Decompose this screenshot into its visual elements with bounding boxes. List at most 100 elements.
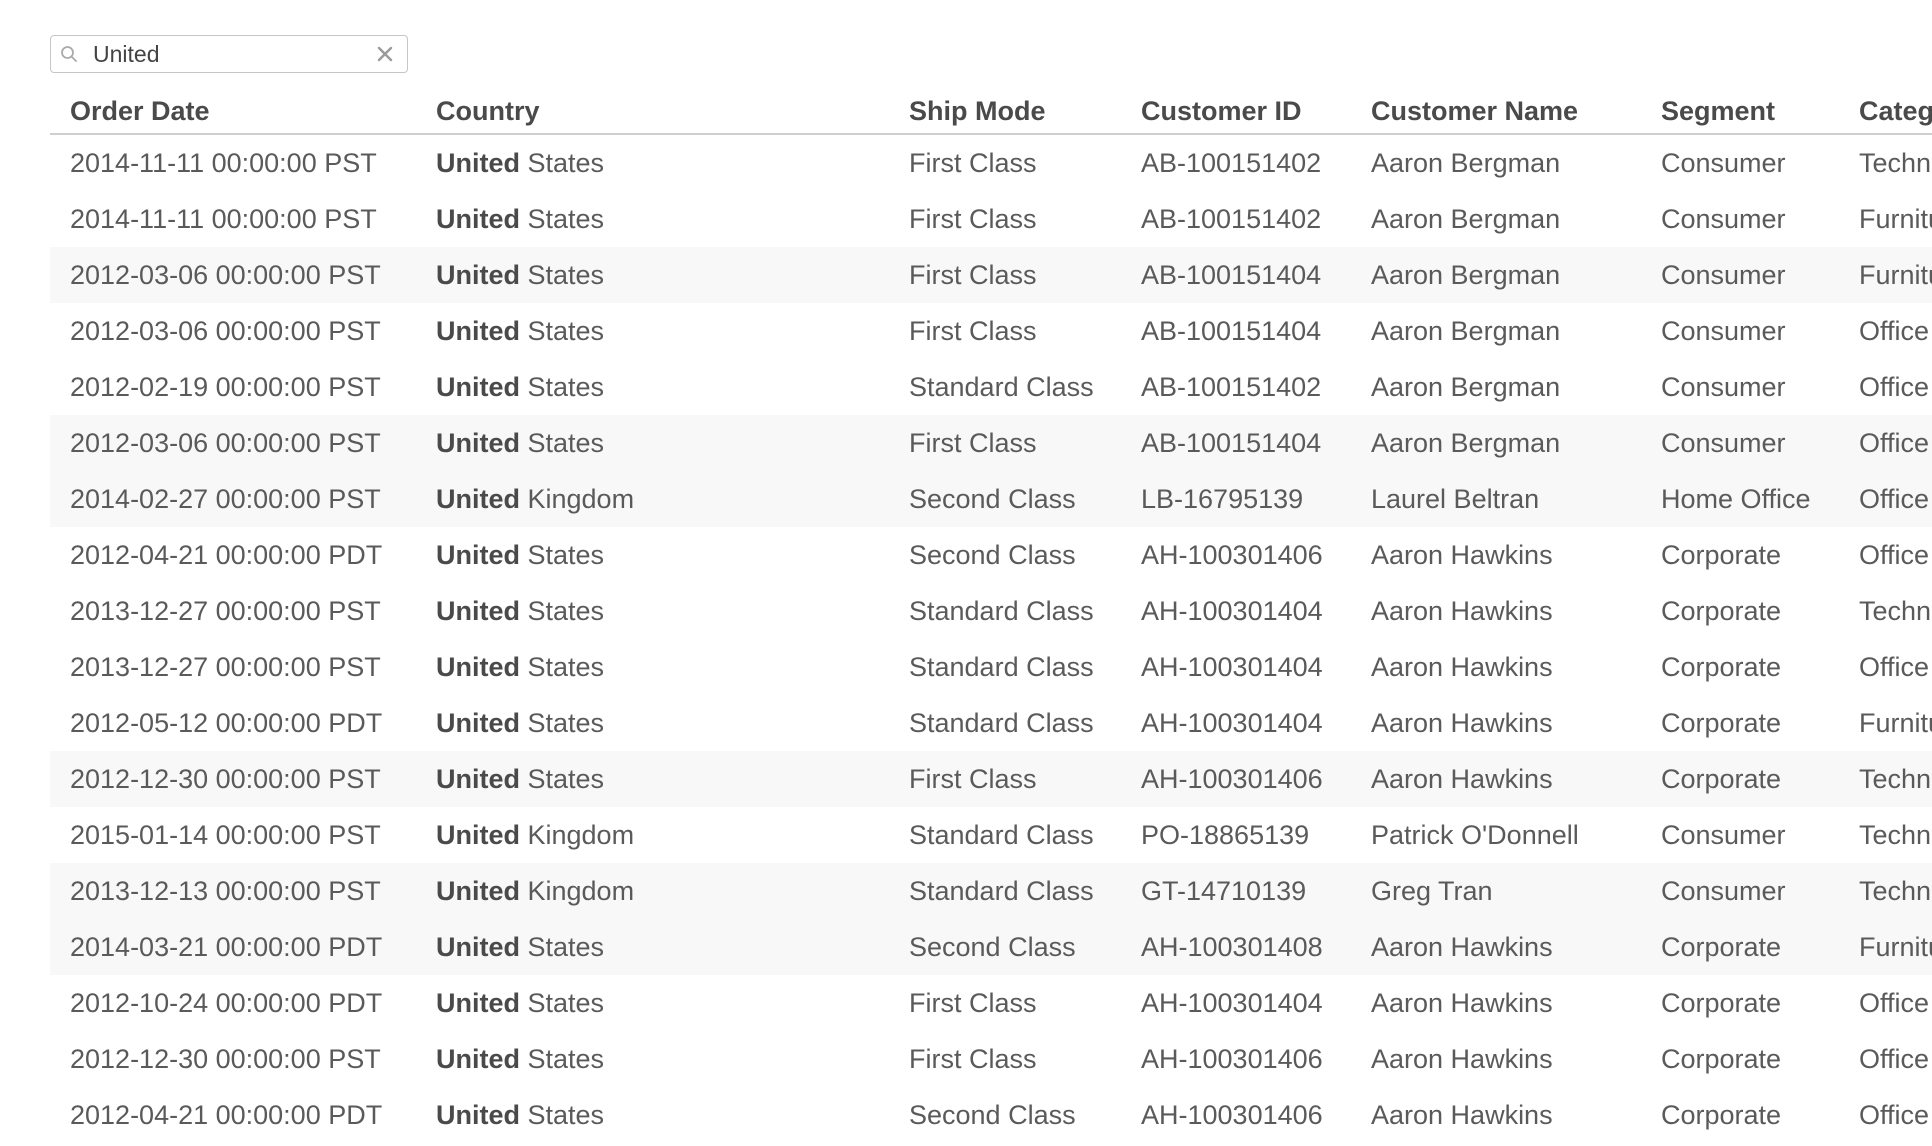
search-box[interactable]	[50, 35, 408, 73]
cell-segment: Corporate	[1661, 539, 1782, 570]
cell-order-date: 2012-05-12 00:00:00 PDT	[70, 707, 383, 738]
table-row[interactable]: 2013-12-27 00:00:00 PST United States Stan…	[50, 583, 1932, 639]
cell-segment: Consumer	[1661, 147, 1786, 178]
table-row[interactable]: 2014-02-27 00:00:00 PST United Kingdom Sec…	[50, 471, 1932, 527]
cell-ship-mode: First Class	[909, 203, 1037, 234]
cell-customer-id: AH-100301406	[1141, 1099, 1323, 1130]
cell-customer-name: Aaron Bergman	[1371, 203, 1561, 234]
search-match-highlight: United	[436, 875, 520, 906]
cell-segment: Consumer	[1661, 819, 1786, 850]
column-header-country[interactable]: Country	[416, 90, 889, 135]
cell-category: Office Supplies	[1859, 1099, 1932, 1130]
cell-customer-name: Aaron Bergman	[1371, 371, 1561, 402]
cell-customer-id: AH-100301404	[1141, 651, 1323, 682]
cell-segment: Consumer	[1641, 247, 1839, 303]
search-match-highlight: United	[436, 931, 520, 962]
cell-order-date: 2013-12-27 00:00:00 PST	[70, 595, 381, 626]
cell-ship-mode: Second Class	[909, 539, 1076, 570]
table-row[interactable]: 2014-03-21 00:00:00 PDT United States Seco…	[50, 919, 1932, 975]
table-row[interactable]: 2015-01-14 00:00:00 PST United Kingdom Sta…	[50, 807, 1932, 863]
table-row[interactable]: 2012-03-06 00:00:00 PST United States Firs…	[50, 415, 1932, 471]
cell-segment: Corporate	[1641, 751, 1839, 807]
column-header-customer-name[interactable]: Customer Name	[1351, 90, 1641, 135]
table-row[interactable]: 2014-11-11 00:00:00 PST United States Firs…	[50, 134, 1932, 191]
cell-country: United States	[416, 975, 889, 1031]
cell-country: United States	[416, 919, 889, 975]
cell-country: United States	[416, 695, 889, 751]
cell-category: Office Supplies	[1839, 471, 1932, 527]
search-match-highlight: United	[436, 483, 520, 514]
cell-customer-name: Aaron Hawkins	[1351, 919, 1641, 975]
table-header-row: Order Date Country Ship Mode Customer ID…	[50, 90, 1932, 135]
table-row[interactable]: 2014-11-11 00:00:00 PST United States Firs…	[50, 191, 1932, 247]
table-row[interactable]: 2012-04-21 00:00:00 PDT United States Seco…	[50, 1087, 1932, 1143]
cell-country: United States	[416, 751, 889, 807]
cell-country: United States	[416, 1087, 889, 1143]
cell-category: Office Supplies	[1839, 415, 1932, 471]
cell-segment: Corporate	[1641, 919, 1839, 975]
cell-category: Technology	[1859, 147, 1932, 178]
search-input[interactable]	[93, 40, 363, 68]
results-table-viewport[interactable]: Order Date Country Ship Mode Customer ID…	[50, 90, 1932, 1146]
column-header-category[interactable]: Category	[1839, 90, 1932, 135]
cell-category: Office Supplies	[1859, 651, 1932, 682]
cell-ship-mode: Standard Class	[909, 595, 1094, 626]
cell-customer-id: AH-100301406	[1141, 1043, 1323, 1074]
table-row[interactable]: 2012-12-30 00:00:00 PST United States Firs…	[50, 751, 1932, 807]
cell-ship-mode: Second Class	[889, 919, 1121, 975]
country-rest: States	[520, 315, 605, 346]
table-row[interactable]: 2012-02-19 00:00:00 PST United States Stan…	[50, 359, 1932, 415]
cell-category: Office Supplies	[1859, 987, 1932, 1018]
search-match-highlight: United	[436, 651, 520, 682]
cell-customer-id: AH-100301404	[1141, 987, 1323, 1018]
cell-country: United States	[416, 247, 889, 303]
cell-customer-id: AH-100301404	[1141, 595, 1323, 626]
column-header-order-date[interactable]: Order Date	[50, 90, 416, 135]
column-header-customer-id[interactable]: Customer ID	[1121, 90, 1351, 135]
cell-category: Furniture	[1839, 919, 1932, 975]
cell-category: Technology	[1839, 863, 1932, 919]
cell-country: United Kingdom	[416, 471, 889, 527]
table-row[interactable]: 2012-04-21 00:00:00 PDT United States Seco…	[50, 527, 1932, 583]
search-match-highlight: United	[436, 371, 520, 402]
cell-order-date: 2013-12-27 00:00:00 PST	[70, 651, 381, 682]
cell-customer-name: Patrick O'Donnell	[1371, 819, 1579, 850]
table-row[interactable]: 2012-10-24 00:00:00 PDT United States Firs…	[50, 975, 1932, 1031]
cell-customer-name: Aaron Hawkins	[1371, 651, 1553, 682]
cell-customer-id: AH-100301406	[1121, 751, 1351, 807]
search-match-highlight: United	[436, 315, 520, 346]
cell-category: Furniture	[1839, 247, 1932, 303]
cell-country: United States	[416, 527, 889, 583]
table-row[interactable]: 2012-05-12 00:00:00 PDT United States Stan…	[50, 695, 1932, 751]
country-rest: States	[520, 651, 605, 682]
cell-customer-id: AH-100301404	[1141, 707, 1323, 738]
cell-category: Office Supplies	[1859, 539, 1932, 570]
country-rest: States	[520, 763, 605, 794]
cell-customer-name: Aaron Hawkins	[1351, 751, 1641, 807]
cell-ship-mode: First Class	[909, 987, 1037, 1018]
cell-country: United States	[416, 359, 889, 415]
country-rest: States	[520, 259, 605, 290]
cell-order-date: 2014-02-27 00:00:00 PST	[50, 471, 416, 527]
table-row[interactable]: 2013-12-13 00:00:00 PST United Kingdom Sta…	[50, 863, 1932, 919]
cell-category: Technology	[1839, 751, 1932, 807]
column-header-ship-mode[interactable]: Ship Mode	[889, 90, 1121, 135]
cell-category: Furniture	[1859, 203, 1932, 234]
cell-ship-mode: Standard Class	[909, 819, 1094, 850]
cell-customer-id: AH-100301406	[1141, 539, 1323, 570]
country-rest: States	[520, 371, 605, 402]
results-table: Order Date Country Ship Mode Customer ID…	[50, 90, 1932, 1143]
table-row[interactable]: 2013-12-27 00:00:00 PST United States Stan…	[50, 639, 1932, 695]
search-match-highlight: United	[436, 763, 520, 794]
cell-ship-mode: First Class	[909, 147, 1037, 178]
cell-category: Technology	[1859, 595, 1932, 626]
table-row[interactable]: 2012-03-06 00:00:00 PST United States Firs…	[50, 247, 1932, 303]
table-row[interactable]: 2012-03-06 00:00:00 PST United States Firs…	[50, 303, 1932, 359]
table-row[interactable]: 2012-12-30 00:00:00 PST United States Firs…	[50, 1031, 1932, 1087]
close-icon[interactable]	[375, 44, 395, 64]
column-header-segment[interactable]: Segment	[1641, 90, 1839, 135]
cell-customer-id: AB-100151404	[1141, 315, 1322, 346]
cell-order-date: 2012-03-06 00:00:00 PST	[70, 315, 381, 346]
cell-order-date: 2012-04-21 00:00:00 PDT	[70, 539, 383, 570]
cell-segment: Corporate	[1661, 707, 1782, 738]
